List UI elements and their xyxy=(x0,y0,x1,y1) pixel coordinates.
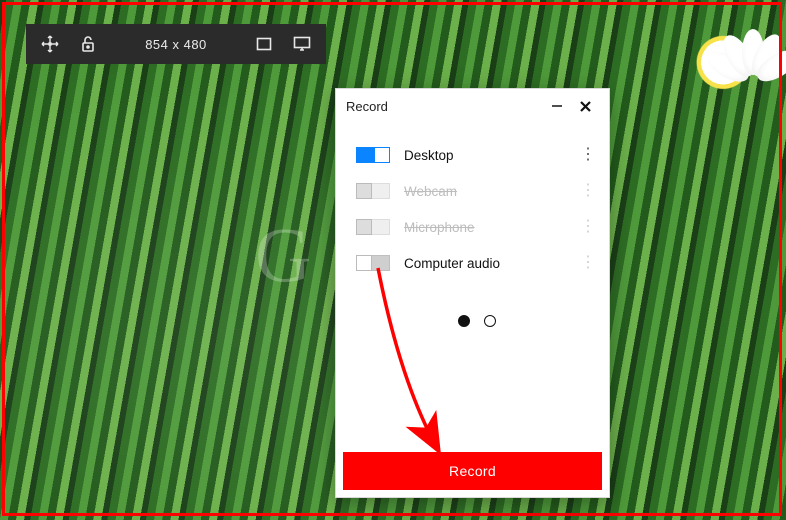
toggle-computer-audio[interactable] xyxy=(356,255,390,271)
option-webcam: Webcam ⋮ xyxy=(356,173,597,209)
close-button[interactable] xyxy=(571,92,599,120)
toggle-microphone xyxy=(356,219,390,235)
record-popup: Record Desktop ⋮ Webcam ⋮ Microphone xyxy=(335,88,610,498)
toggle-desktop[interactable] xyxy=(356,147,390,163)
watermark: G xyxy=(255,210,307,300)
popup-title: Record xyxy=(346,99,543,114)
capture-toolbar: 854 x 480 xyxy=(26,24,326,64)
popup-titlebar: Record xyxy=(336,89,609,123)
kebab-icon[interactable]: ⋮ xyxy=(579,257,597,269)
kebab-icon[interactable]: ⋮ xyxy=(579,149,597,161)
page-dot-1[interactable] xyxy=(458,315,470,327)
kebab-icon: ⋮ xyxy=(579,185,597,197)
fullscreen-mode-icon[interactable] xyxy=(286,28,318,60)
toggle-webcam xyxy=(356,183,390,199)
popup-content: Desktop ⋮ Webcam ⋮ Microphone ⋮ Computer… xyxy=(336,123,609,497)
option-desktop: Desktop ⋮ xyxy=(356,137,597,173)
option-label: Desktop xyxy=(404,148,579,163)
minimize-button[interactable] xyxy=(543,92,571,120)
page-dot-2[interactable] xyxy=(484,315,496,327)
record-button[interactable]: Record xyxy=(343,452,602,490)
move-icon[interactable] xyxy=(34,28,66,60)
option-label: Microphone xyxy=(404,220,579,235)
option-computer-audio: Computer audio ⋮ xyxy=(356,245,597,281)
option-label: Computer audio xyxy=(404,256,579,271)
desktop-background: G 854 x 480 xyxy=(0,0,786,520)
lock-open-icon[interactable] xyxy=(72,28,104,60)
option-label: Webcam xyxy=(404,184,579,199)
option-microphone: Microphone ⋮ xyxy=(356,209,597,245)
pagination-dots xyxy=(356,315,597,327)
window-mode-icon[interactable] xyxy=(248,28,280,60)
capture-dimensions[interactable]: 854 x 480 xyxy=(110,37,242,52)
kebab-icon: ⋮ xyxy=(579,221,597,233)
